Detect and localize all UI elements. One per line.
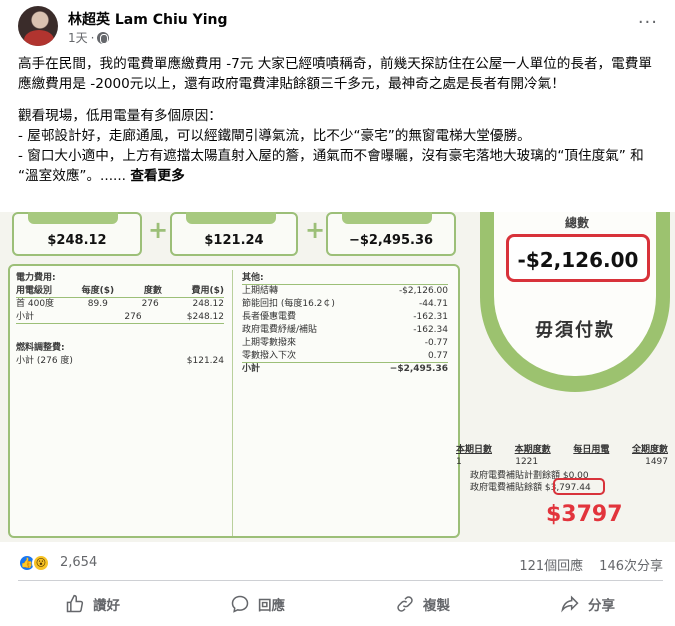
copy-label: 複製: [423, 598, 450, 614]
thumbs-up-icon: [66, 594, 84, 613]
table-header: 用電級別 每度($) 度數 費用($): [16, 286, 224, 298]
share-label: 分享: [588, 598, 615, 614]
globe-icon: [97, 31, 110, 44]
reaction-icons[interactable]: 👍 😮: [18, 554, 50, 572]
copy-button[interactable]: 複製: [340, 585, 505, 623]
comment-button[interactable]: 回應: [175, 585, 340, 623]
table-row: 小計 276 $248.12: [16, 312, 224, 324]
post-header: 林超英 Lam Chiu Ying 1天 · ···: [18, 6, 658, 48]
comment-icon: [231, 595, 249, 613]
plus-icon: +: [305, 216, 326, 244]
post-paragraph: 高手在民間，我的電費單應繳費用 -7元 大家已經嘖嘖稱奇，前幾天探訪住在公屋一人…: [18, 56, 652, 92]
plus-icon: +: [148, 216, 169, 244]
post-photo[interactable]: $248.12 + $121.24 + −$2,495.36 電力費用: 用電級…: [0, 212, 675, 542]
other-charges: 其他: 上期結轉 -$2,126.00 節能回扣 (每度16.2￠) -44.71 …: [242, 272, 448, 376]
comment-label: 回應: [258, 598, 285, 614]
facebook-post: 林超英 Lam Chiu Ying 1天 · ··· 高手在民間，我的電費單應繳…: [0, 0, 675, 626]
bill-box-amount: −$2,495.36: [348, 233, 434, 248]
handwritten-amount: $3797: [546, 502, 623, 527]
total-label: 總數: [565, 216, 590, 230]
table-row: 小計 (276 度) $121.24: [16, 356, 224, 366]
section-title: 燃料調整費:: [16, 343, 65, 353]
post-text: 高手在民間，我的電費單應繳費用 -7元 大家已經嘖嘖稱奇，前幾天探訪住在公屋一人…: [18, 54, 663, 186]
post-paragraph: - 屋邨設計好，走廊通風，可以經鐵閘引導氣流，比不少“豪宅”的無窗電梯大堂優勝。: [18, 128, 531, 144]
avatar[interactable]: [18, 6, 58, 46]
reaction-count[interactable]: 2,654: [60, 555, 97, 570]
post-paragraph: 觀看現場，低用電量有多個原因：: [18, 108, 222, 124]
section-title: 其他:: [242, 272, 448, 285]
see-more-link[interactable]: 查看更多: [130, 168, 184, 184]
wow-reaction-icon: 😮: [32, 554, 50, 572]
reactions-bar: 👍 😮 2,654 121個回應 146次分享: [18, 552, 663, 574]
post-meta: 1天 ·: [68, 29, 110, 46]
divider: [18, 580, 663, 581]
share-button[interactable]: 分享: [505, 585, 670, 623]
section-title: 電力費用:: [16, 273, 56, 283]
meta-dot: ·: [90, 30, 95, 45]
total-amount-box: -$2,126.00: [506, 234, 650, 282]
bill-box-electricity: $248.12: [12, 212, 142, 256]
bill-box-fuel: $121.24: [170, 212, 298, 256]
table-row: 小計 −$2,495.36: [242, 364, 448, 374]
share-icon: [561, 595, 579, 613]
post-paragraph: - 窗口大小適中，上方有遮擋太陽直射入屋的簷，通氣而不會曝曬，沒有豪宅落地大玻璃…: [18, 146, 663, 186]
electricity-charges: 電力費用: 用電級別 每度($) 度數 費用($) 首 400度 89.9 276 248.…: [16, 272, 224, 368]
bill-box-amount: $248.12: [47, 233, 107, 248]
usage-stats: 本期日數 本期度數 每日用電 全期度數 1 1221 1497: [456, 445, 668, 467]
total-amount: -$2,126.00: [517, 248, 639, 272]
author-name[interactable]: 林超英 Lam Chiu Ying: [68, 9, 228, 29]
like-label: 讚好: [93, 598, 120, 614]
highlight-circle: [553, 478, 605, 495]
table-row: 上期零數撥來 -0.77: [242, 338, 448, 348]
table-row: 首 400度 89.9 276 248.12: [16, 299, 224, 309]
table-row: 零數撥入下次 0.77: [242, 351, 448, 363]
table-row: 政府電費紓緩/補貼 -162.34: [242, 325, 448, 335]
post-paragraph-text: - 窗口大小適中，上方有遮擋太陽直射入屋的簷，通氣而不會曝曬，沒有豪宅落地大玻璃…: [18, 148, 644, 184]
post-time[interactable]: 1天: [68, 29, 88, 46]
table-row: 長者優惠電費 -162.31: [242, 312, 448, 322]
bill-box-amount: $121.24: [204, 233, 264, 248]
post-actions: 讚好 回應 複製 分享: [10, 585, 670, 623]
bill-box-other: −$2,495.36: [326, 212, 456, 256]
more-options-icon[interactable]: ···: [638, 12, 658, 33]
table-row: 上期結轉 -$2,126.00: [242, 286, 448, 296]
link-icon: [397, 596, 413, 612]
share-count[interactable]: 146次分享: [599, 555, 663, 574]
table-row: 節能回扣 (每度16.2￠) -44.71: [242, 299, 448, 309]
no-payment-label: 毋須付款: [535, 320, 615, 341]
comment-count[interactable]: 121個回應: [519, 555, 583, 574]
like-button[interactable]: 讚好: [10, 585, 175, 623]
bill-details: 電力費用: 用電級別 每度($) 度數 費用($) 首 400度 89.9 276 248.…: [8, 264, 460, 538]
